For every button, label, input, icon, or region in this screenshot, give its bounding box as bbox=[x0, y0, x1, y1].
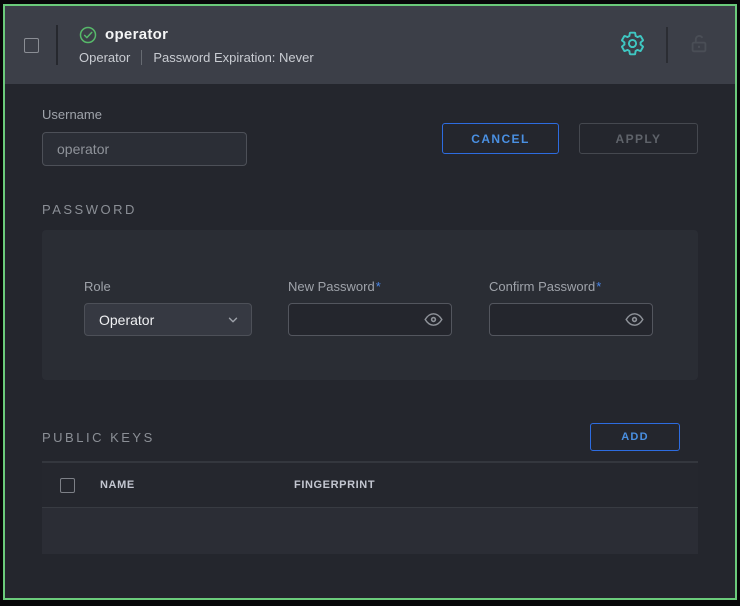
subtitle-row: Operator Password Expiration: Never bbox=[79, 50, 314, 65]
toggle-confirm-password-visibility[interactable] bbox=[625, 310, 644, 332]
username-input[interactable] bbox=[42, 132, 247, 166]
confirm-password-field-group: Confirm Password* bbox=[489, 279, 653, 380]
header-actions bbox=[619, 27, 710, 63]
unlock-icon bbox=[688, 33, 710, 58]
column-header-name: NAME bbox=[100, 479, 294, 491]
role-field-group: Role Operator bbox=[84, 279, 252, 380]
toggle-new-password-visibility[interactable] bbox=[424, 310, 443, 332]
apply-button[interactable]: APPLY bbox=[579, 123, 698, 154]
eye-icon bbox=[625, 310, 644, 332]
lock-button[interactable] bbox=[688, 33, 710, 58]
user-detail-window: operator Operator Password Expiration: N… bbox=[3, 4, 737, 600]
title-block: operator Operator Password Expiration: N… bbox=[79, 26, 314, 65]
password-expiration-text: Password Expiration: Never bbox=[153, 50, 313, 65]
public-keys-table: NAME FINGERPRINT bbox=[42, 461, 698, 554]
cancel-button[interactable]: CANCEL bbox=[442, 123, 559, 154]
role-label: Role bbox=[84, 279, 252, 294]
confirm-password-label: Confirm Password* bbox=[489, 279, 653, 294]
select-user-checkbox[interactable] bbox=[24, 38, 39, 53]
settings-button[interactable] bbox=[619, 30, 646, 60]
page-title: operator bbox=[105, 26, 168, 43]
select-all-keys-checkbox[interactable] bbox=[60, 478, 75, 493]
eye-icon bbox=[424, 310, 443, 332]
check-circle-icon bbox=[79, 26, 97, 44]
role-selected-value: Operator bbox=[99, 312, 154, 328]
public-keys-heading: PUBLIC KEYS bbox=[42, 430, 155, 445]
column-header-fingerprint: FINGERPRINT bbox=[294, 479, 375, 491]
table-header-row: NAME FINGERPRINT bbox=[42, 463, 698, 508]
username-row: Username CANCEL APPLY bbox=[42, 106, 698, 166]
form-action-buttons: CANCEL APPLY bbox=[442, 123, 698, 166]
header-bar: operator Operator Password Expiration: N… bbox=[5, 6, 735, 84]
table-empty-row bbox=[42, 508, 698, 554]
header-divider bbox=[56, 25, 58, 65]
required-marker: * bbox=[376, 279, 381, 294]
public-keys-header-row: PUBLIC KEYS ADD bbox=[42, 423, 698, 451]
required-marker: * bbox=[596, 279, 601, 294]
password-panel: Role Operator New Password* bbox=[42, 230, 698, 380]
add-public-key-button[interactable]: ADD bbox=[590, 423, 680, 451]
subtitle-separator bbox=[141, 50, 142, 65]
username-label: Username bbox=[42, 107, 102, 122]
password-section-heading: PASSWORD bbox=[42, 202, 698, 217]
gear-icon bbox=[619, 30, 646, 60]
new-password-label: New Password* bbox=[288, 279, 452, 294]
new-password-field-group: New Password* bbox=[288, 279, 452, 380]
username-field-group: Username bbox=[42, 106, 247, 166]
user-role-text: Operator bbox=[79, 50, 130, 65]
role-select[interactable]: Operator bbox=[84, 303, 252, 336]
actions-divider bbox=[666, 27, 668, 63]
content-area: Username CANCEL APPLY PASSWORD Role Oper… bbox=[5, 106, 735, 554]
